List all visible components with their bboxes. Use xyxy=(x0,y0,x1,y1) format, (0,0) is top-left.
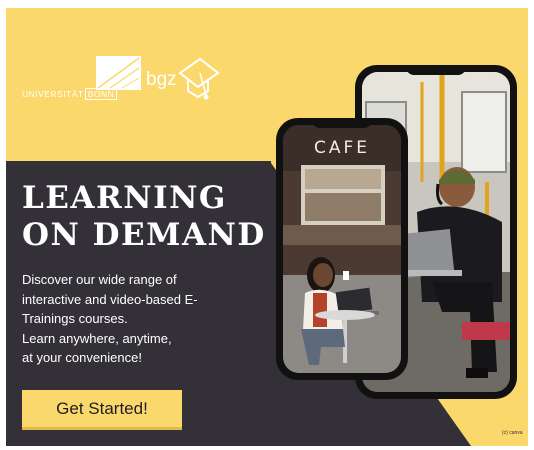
description-line: at your convenience! xyxy=(22,350,142,365)
graduation-cap-icon xyxy=(178,57,220,100)
get-started-button[interactable]: Get Started! xyxy=(22,390,182,427)
headline-line-1: LEARNING xyxy=(22,180,227,216)
university-name: UNIVERSITÄT BONN xyxy=(22,88,118,100)
cafe-sign: CAFE xyxy=(314,138,370,158)
cafe-photo-illustration: CAFE xyxy=(283,125,401,373)
phone-cafe-mockup: CAFE xyxy=(276,118,408,380)
bgz-logo-text: bgz xyxy=(146,69,177,90)
headline: LEARNING ON DEMAND xyxy=(22,180,266,254)
description-line: Discover our wide range of xyxy=(22,272,177,287)
university-logo-icon xyxy=(96,56,141,90)
description: Discover our wide range of interactive a… xyxy=(22,270,198,368)
headline-line-2: ON DEMAND xyxy=(22,217,266,253)
university-city: BONN xyxy=(84,88,118,100)
cafe-photo: CAFE xyxy=(283,125,401,373)
image-credit: (c) canva xyxy=(502,430,523,436)
university-logo[interactable]: UNIVERSITÄT BONN xyxy=(22,56,142,102)
phone-notch xyxy=(312,118,372,128)
description-line: Learn anywhere, anytime, xyxy=(22,330,172,346)
phone-notch xyxy=(406,65,466,75)
description-line: Trainings courses. xyxy=(22,311,128,326)
learning-banner: UNIVERSITÄT BONN bgz LEARNING ON DEMAND D… xyxy=(6,8,528,446)
description-line: interactive and video-based E- xyxy=(22,291,198,307)
university-prefix: UNIVERSITÄT xyxy=(22,89,84,99)
bgz-logo[interactable]: bgz xyxy=(146,53,226,109)
